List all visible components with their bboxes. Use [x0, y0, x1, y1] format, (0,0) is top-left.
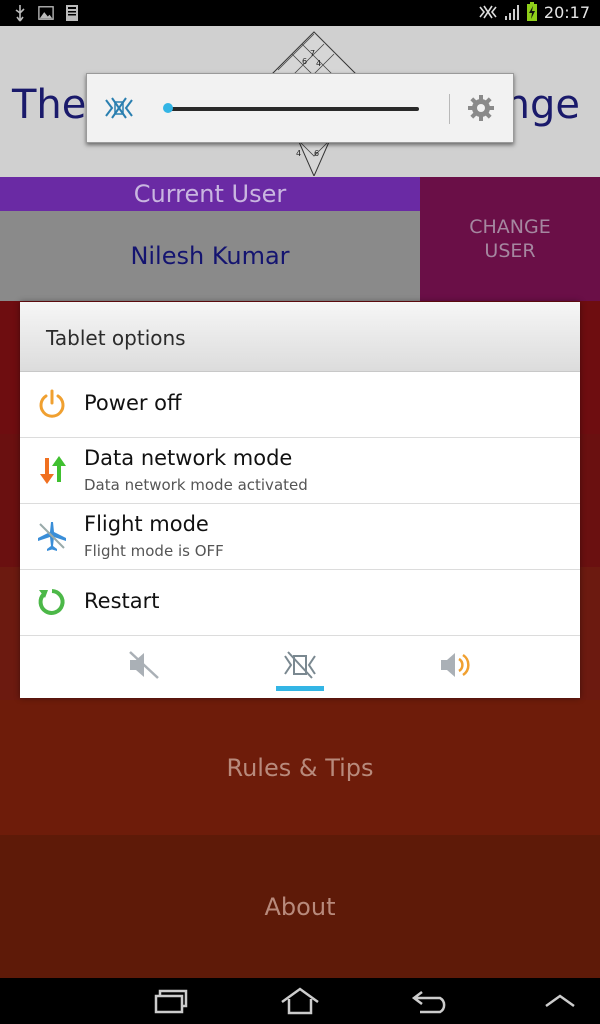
restart-icon [38, 589, 65, 615]
user-name: Nilesh Kumar [0, 211, 420, 301]
vibrate-icon[interactable] [282, 648, 318, 682]
airplane-icon [38, 522, 66, 551]
recent-apps-icon[interactable] [150, 986, 190, 1016]
option-restart[interactable]: Restart [20, 570, 580, 636]
svg-text:6: 6 [314, 149, 319, 158]
option-sublabel: Flight mode is OFF [84, 542, 224, 560]
svg-text:7: 7 [310, 49, 315, 58]
data-arrows-icon [40, 456, 66, 484]
option-label: Flight mode [84, 512, 209, 536]
selected-indicator [276, 686, 324, 691]
svg-text:4: 4 [316, 59, 321, 68]
svg-text:6: 6 [302, 57, 307, 66]
option-label: Data network mode [84, 446, 293, 470]
option-power-off[interactable]: Power off [20, 372, 580, 438]
signal-icon [504, 5, 519, 20]
dialog-header: Tablet options [20, 302, 580, 372]
sd-card-icon [66, 5, 78, 21]
option-label: Restart [84, 589, 160, 613]
vibrate-icon [105, 97, 133, 119]
back-icon[interactable] [410, 986, 450, 1016]
volume-slider-thumb[interactable] [163, 103, 173, 113]
change-user-label: CHANGE USER [469, 216, 551, 262]
menu-item-about[interactable]: About [0, 835, 600, 978]
menu-item-label: Rules & Tips [226, 753, 374, 782]
divider [449, 94, 450, 124]
menu-item-label: About [264, 892, 336, 921]
change-user-button[interactable]: CHANGE USER [420, 177, 600, 301]
clock: 20:17 [543, 2, 590, 22]
volume-popup [86, 73, 514, 143]
dialog-title: Tablet options [46, 326, 186, 350]
option-label: Power off [84, 391, 182, 415]
menu-item-rules-tips[interactable]: Rules & Tips [0, 700, 600, 835]
vibrate-icon [479, 5, 497, 19]
menu-up-icon[interactable] [540, 986, 580, 1016]
status-bar: 20:17 [0, 0, 600, 26]
battery-charging-icon [526, 2, 537, 21]
svg-text:4: 4 [296, 149, 301, 158]
option-data-network-mode[interactable]: Data network mode Data network mode acti… [20, 438, 580, 504]
power-icon [39, 389, 65, 418]
current-user-label: Current User [0, 177, 420, 211]
option-flight-mode[interactable]: Flight mode Flight mode is OFF [20, 504, 580, 570]
home-icon[interactable] [280, 986, 320, 1016]
tablet-options-dialog: Tablet options Power off Data network mo… [20, 302, 580, 698]
volume-slider-track[interactable] [167, 107, 419, 111]
option-sublabel: Data network mode activated [84, 476, 308, 494]
usb-icon [15, 5, 25, 22]
sound-mode-selector [20, 634, 580, 698]
image-icon [38, 6, 54, 20]
gear-icon[interactable] [467, 94, 495, 122]
mute-icon[interactable] [126, 648, 162, 682]
speaker-icon[interactable] [438, 648, 474, 682]
navigation-bar [0, 978, 600, 1024]
app-title-left: The [12, 82, 87, 128]
